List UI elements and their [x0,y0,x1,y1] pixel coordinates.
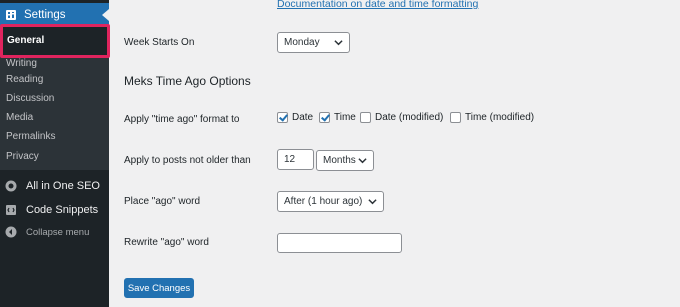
rewrite-ago-input[interactable] [277,233,402,253]
checkbox-time-modified[interactable]: Time (modified) [450,112,534,123]
menu-all-in-one-seo[interactable]: All in One SEO [0,174,109,198]
collapse-menu-button[interactable]: Collapse menu [0,220,109,244]
chevron-down-icon [368,199,377,205]
week-starts-on-value: Monday [284,37,320,48]
checkbox-time-label: Time [334,112,356,123]
submenu-item-permalinks[interactable]: Permalinks [6,131,55,142]
collapse-menu-label: Collapse menu [26,226,90,238]
menu-code-snippets-label: Code Snippets [26,204,99,216]
place-ago-value: After (1 hour ago) [284,196,363,207]
current-menu-arrow [102,9,109,21]
admin-sidebar: Settings Writing Reading Discussion Medi… [0,0,110,307]
checkbox-date-modified[interactable]: Date (modified) [360,112,443,123]
submenu-item-media[interactable]: Media [6,112,33,123]
aioseo-icon [5,180,17,192]
settings-main: Documentation on date and time formattin… [109,0,680,307]
checkbox-date-box[interactable] [277,112,288,123]
submenu-item-discussion[interactable]: Discussion [6,93,54,104]
checkbox-date-modified-label: Date (modified) [375,112,444,123]
section-title-meks: Meks Time Ago Options [124,74,251,88]
not-older-than-unit-value: Months [323,155,356,166]
code-snippets-icon [5,204,17,216]
checkbox-time-modified-box[interactable] [450,112,461,123]
not-older-than-number-input[interactable]: 12 [277,149,314,170]
menu-all-in-one-seo-label: All in One SEO [26,180,100,192]
checkbox-date-modified-box[interactable] [360,112,371,123]
checkbox-time[interactable]: Time [319,112,356,123]
place-ago-label: Place "ago" word [124,196,201,207]
menu-settings-label: Settings [24,9,66,21]
checkbox-date[interactable]: Date [277,112,313,123]
submenu-item-writing[interactable]: Writing [6,58,37,69]
submenu-item-privacy[interactable]: Privacy [6,151,39,162]
submenu-item-general[interactable]: General [0,24,110,58]
place-ago-select[interactable]: After (1 hour ago) [277,191,384,212]
week-starts-on-label: Week Starts On [124,37,195,48]
rewrite-ago-label: Rewrite "ago" word [124,237,209,248]
menu-code-snippets[interactable]: Code Snippets [0,198,109,222]
checkbox-date-label: Date [292,112,314,123]
not-older-than-number-value: 12 [284,154,296,165]
week-starts-on-select[interactable]: Monday [277,32,350,53]
apply-format-label: Apply "time ago" format to [124,114,240,125]
submenu-item-reading[interactable]: Reading [6,74,43,85]
doc-date-time-link[interactable]: Documentation on date and time formattin… [277,0,478,10]
collapse-icon [5,226,17,238]
checkbox-time-modified-label: Time (modified) [465,112,535,123]
settings-icon [5,9,17,21]
chevron-down-icon [358,158,367,164]
save-changes-button[interactable]: Save Changes [124,278,194,298]
checkbox-time-box[interactable] [319,112,330,123]
submenu-item-general-label: General [7,35,45,46]
not-older-than-label: Apply to posts not older than [124,155,251,166]
not-older-than-unit-select[interactable]: Months [316,150,374,171]
chevron-down-icon [334,40,343,46]
